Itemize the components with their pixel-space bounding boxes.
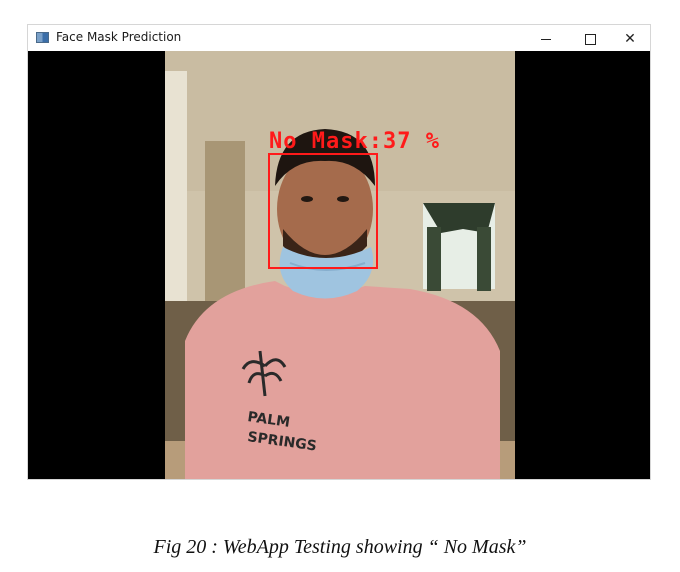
window-title: Face Mask Prediction: [56, 30, 182, 44]
figure-caption: Fig 20 : WebApp Testing showing “ No Mas…: [153, 536, 527, 558]
app-icon: [36, 32, 49, 43]
close-button[interactable]: ✕: [608, 25, 652, 51]
maximize-icon: [584, 33, 596, 45]
minimize-button[interactable]: [524, 25, 568, 51]
title-bar[interactable]: Face Mask Prediction ✕: [28, 25, 650, 51]
close-icon: ✕: [624, 30, 636, 46]
camera-feed: PALM SPRINGS No Mask:37 %: [165, 51, 515, 479]
face-mask-prediction-window: Face Mask Prediction ✕ PALM SPRINGS No M…: [27, 24, 651, 480]
face-detection-box: [268, 153, 378, 269]
maximize-button[interactable]: [568, 25, 612, 51]
video-area: PALM SPRINGS No Mask:37 %: [28, 51, 650, 479]
minimize-icon: [541, 38, 551, 40]
prediction-label: No Mask:37 %: [269, 129, 440, 154]
